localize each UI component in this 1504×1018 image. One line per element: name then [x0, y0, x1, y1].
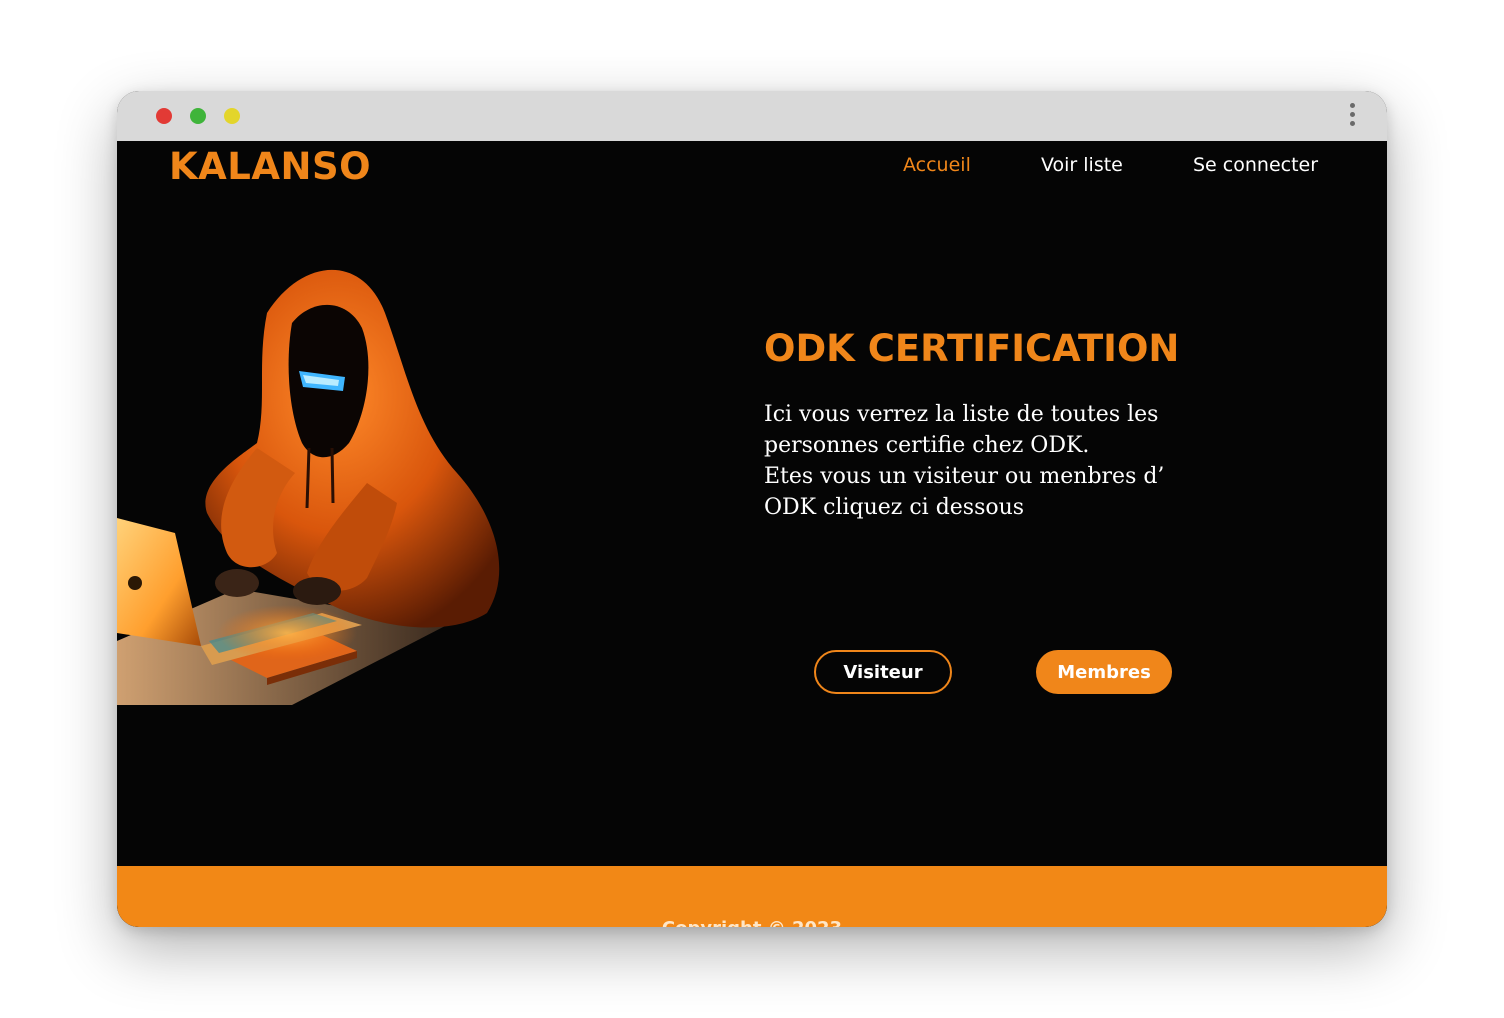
- window-titlebar: [117, 91, 1387, 141]
- hero-line-3: Etes vous un visiteur ou menbres d’: [764, 464, 1165, 489]
- copyright-text: Copyright © 2023: [117, 918, 1387, 927]
- close-window-button[interactable]: [156, 108, 172, 124]
- hero-line-4: ODK cliquez ci dessous: [764, 495, 1025, 520]
- hero-line-2: personnes certifie chez ODK.: [764, 433, 1090, 458]
- browser-window: KALANSO Accueil Voir liste Se connecter: [117, 91, 1387, 927]
- hero-line-1: Ici vous verrez la liste de toutes les: [764, 402, 1159, 427]
- brand-logo[interactable]: KALANSO: [169, 145, 371, 188]
- kebab-menu-icon[interactable]: [1347, 103, 1357, 129]
- footer: Copyright © 2023: [117, 866, 1387, 927]
- maximize-window-button[interactable]: [224, 108, 240, 124]
- visitor-button[interactable]: Visiteur: [814, 650, 952, 694]
- hero-description: Ici vous verrez la liste de toutes les p…: [764, 399, 1194, 523]
- members-button[interactable]: Membres: [1036, 650, 1172, 694]
- nav-link-se-connecter[interactable]: Se connecter: [1193, 154, 1318, 176]
- minimize-window-button[interactable]: [190, 108, 206, 124]
- hacker-illustration: [117, 269, 500, 705]
- web-page: KALANSO Accueil Voir liste Se connecter: [117, 141, 1387, 927]
- nav-link-accueil[interactable]: Accueil: [903, 154, 971, 176]
- nav-link-voir-liste[interactable]: Voir liste: [1041, 154, 1123, 176]
- hero-title: ODK CERTIFICATION: [764, 327, 1180, 370]
